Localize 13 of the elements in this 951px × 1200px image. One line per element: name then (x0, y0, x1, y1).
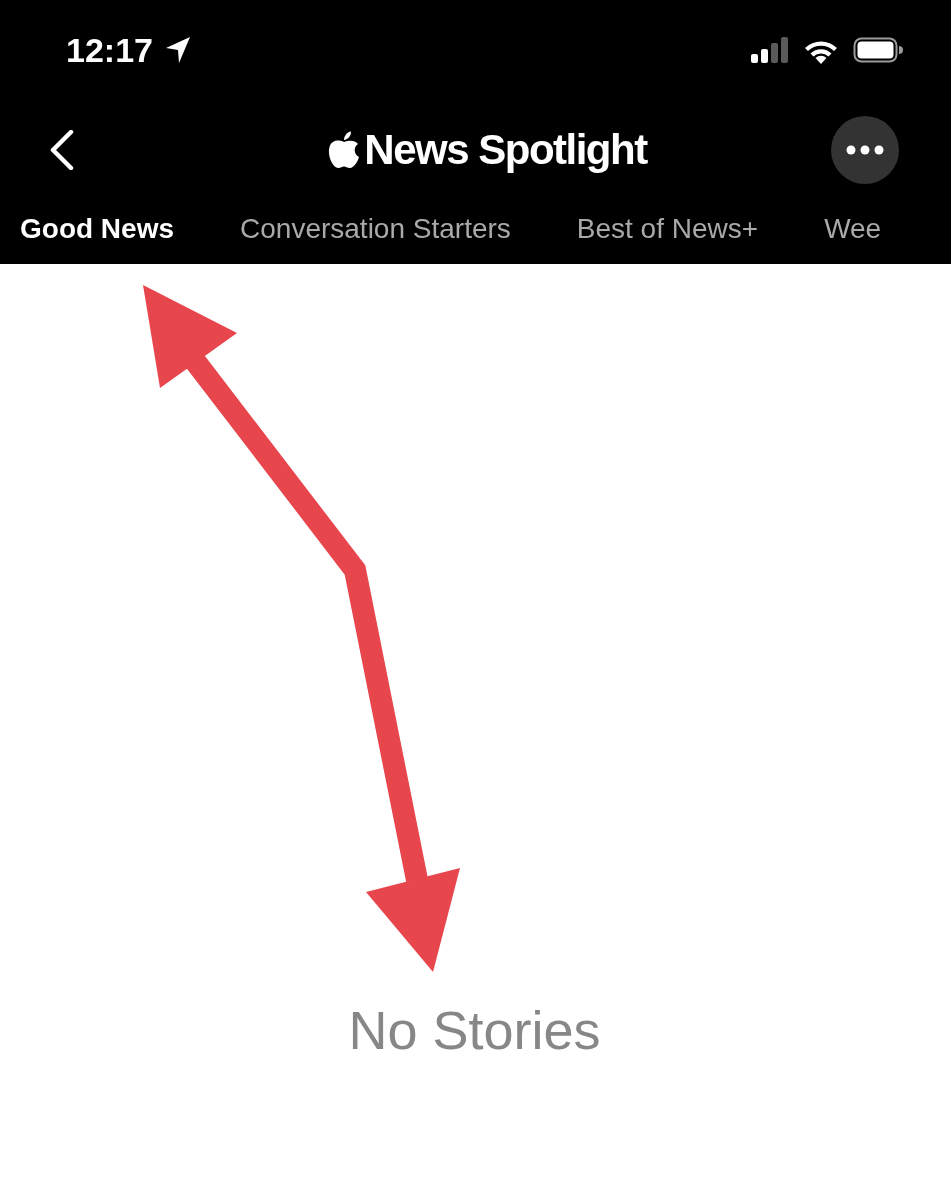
category-tab[interactable]: Good News (20, 213, 174, 245)
empty-state-message: No Stories (348, 999, 601, 1061)
nav-title: News Spotlight (364, 126, 647, 174)
battery-icon (853, 37, 903, 63)
chevron-left-icon (50, 130, 74, 170)
signal-icon (751, 37, 789, 63)
location-arrow-icon (164, 36, 191, 64)
apple-icon (328, 131, 361, 169)
category-tab[interactable]: Conversation Starters (240, 213, 511, 245)
status-time: 12:17 (66, 30, 153, 70)
category-tab[interactable]: Wee (824, 213, 882, 245)
category-tab[interactable]: Best of News+ (576, 213, 759, 245)
ellipsis-icon (846, 145, 884, 155)
